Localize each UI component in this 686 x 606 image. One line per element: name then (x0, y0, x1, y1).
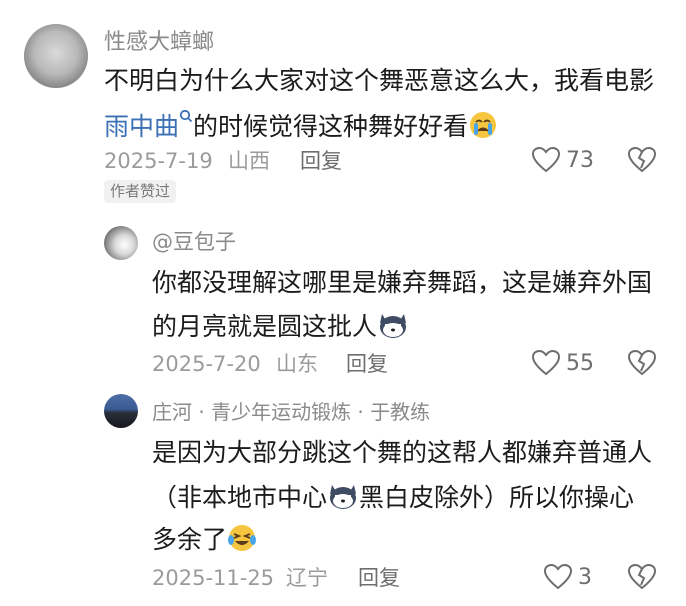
like-count: 3 (578, 564, 592, 590)
username[interactable]: 庄河 · 青少年运动锻炼 · 于教练 (152, 402, 430, 422)
comment-date: 2025-11-25 (152, 566, 275, 590)
like-button[interactable]: 73 (532, 147, 594, 173)
like-button[interactable]: 55 (532, 350, 594, 376)
search-icon (179, 109, 193, 123)
comment-text-part: 黑白皮除外）所以你操心 (359, 483, 635, 512)
comment-text-line2: 的月亮就是圆这批人 (152, 311, 409, 339)
comment-text-line2: （非本地市中心 黑白皮除外）所以你操心 (152, 482, 634, 510)
broken-heart-icon[interactable] (628, 350, 656, 376)
broken-heart-icon[interactable] (628, 564, 656, 590)
heart-icon (532, 350, 560, 376)
comment-text-part: 多余了 (152, 525, 228, 554)
avatar[interactable] (24, 24, 88, 88)
comment-location: 辽宁 (286, 566, 328, 590)
heart-icon (532, 147, 560, 173)
comment-location: 山东 (276, 352, 318, 376)
reply-button[interactable]: 回复 (358, 568, 400, 589)
reply-button[interactable]: 回复 (300, 151, 342, 172)
broken-heart-icon[interactable] (628, 147, 656, 173)
comment-text-line3: 多余了 (152, 524, 257, 552)
comment-text: 你都没理解这哪里是嫌弃舞蹈，这是嫌弃外国 (152, 268, 653, 297)
comment-text-line2: 雨中曲 的时候觉得这种舞好好看 (104, 109, 498, 139)
crying-emoji (470, 112, 497, 138)
comment-text: 是因为大部分跳这个舞的这帮人都嫌弃普通人 (152, 438, 653, 467)
author-liked-badge: 作者赞过 (104, 180, 177, 203)
comment-text-tail: 的月亮就是圆这批人 (152, 312, 378, 341)
husky-emoji (380, 314, 407, 338)
like-count: 73 (566, 147, 594, 173)
like-count: 55 (566, 350, 594, 376)
comment-text: 不明白为什么大家对这个舞恶意这么大，我看电影 (104, 66, 655, 95)
username[interactable]: 性感大蟑螂 (104, 32, 214, 54)
husky-emoji (330, 485, 357, 509)
comment-date: 2025-7-19 (104, 149, 213, 173)
comment-location: 山西 (228, 149, 270, 173)
heart-icon (544, 564, 572, 590)
username[interactable]: @豆包子 (152, 232, 236, 253)
avatar[interactable] (104, 226, 138, 260)
comment-date: 2025-7-20 (152, 352, 261, 376)
like-button[interactable]: 3 (544, 564, 592, 590)
reply-button[interactable]: 回复 (346, 354, 388, 375)
laugh-cry-emoji (228, 525, 257, 551)
comment-text-tail: 的时候觉得这种舞好好看 (193, 112, 469, 141)
comment-text-part: （非本地市中心 (152, 483, 328, 512)
avatar[interactable] (104, 394, 138, 428)
movie-link[interactable]: 雨中曲 (104, 112, 179, 141)
